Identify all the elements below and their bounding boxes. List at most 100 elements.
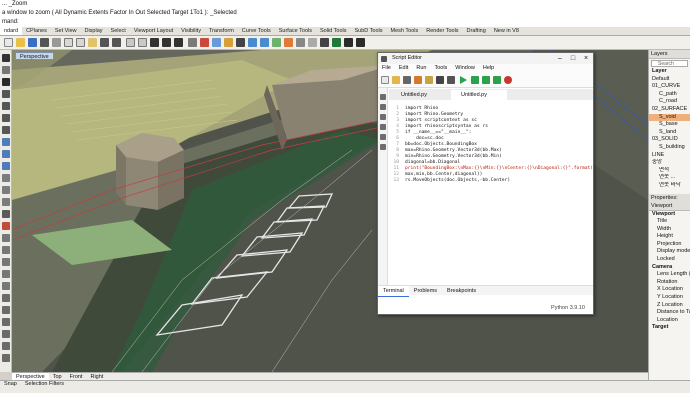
tab-render-tools[interactable]: Render Tools: [422, 27, 462, 35]
tab-mesh-tools[interactable]: Mesh Tools: [387, 27, 423, 35]
curve-icon[interactable]: [2, 90, 10, 98]
menu-window[interactable]: Window: [451, 64, 479, 73]
packages-panel-icon[interactable]: [380, 134, 386, 140]
layer-item[interactable]: S_building: [649, 144, 690, 152]
layer-item[interactable]: S_land: [649, 129, 690, 137]
tab-set-view[interactable]: Set View: [51, 27, 81, 35]
mesh-icon[interactable]: [2, 210, 10, 218]
layer-item[interactable]: 연못 바닥: [649, 182, 690, 190]
surface-icon[interactable]: [2, 138, 10, 146]
doc-tab-active[interactable]: Untitled.py: [451, 90, 507, 100]
new-file-icon[interactable]: [4, 38, 13, 47]
select-arrow-icon[interactable]: [2, 54, 10, 62]
search-icon[interactable]: [447, 76, 455, 84]
menu-tools[interactable]: Tools: [430, 64, 451, 73]
split-icon[interactable]: [2, 258, 10, 266]
explode-icon[interactable]: [2, 282, 10, 290]
tab-standard[interactable]: ndard: [0, 27, 23, 35]
tab-new-in-v8[interactable]: New in V8: [490, 27, 523, 35]
snippets-panel-icon[interactable]: [380, 144, 386, 150]
step-over-icon[interactable]: [471, 76, 479, 84]
scale-icon[interactable]: [2, 318, 10, 326]
loft-icon[interactable]: [2, 150, 10, 158]
help-icon[interactable]: [356, 38, 365, 47]
command-prompt[interactable]: mand:: [0, 18, 690, 27]
tab-visibility[interactable]: Visibility: [177, 27, 205, 35]
tab-subd-tools[interactable]: SubD Tools: [350, 27, 386, 35]
lock-icon[interactable]: [260, 38, 269, 47]
save-script-icon[interactable]: [403, 76, 411, 84]
undo-icon[interactable]: [100, 38, 109, 47]
tab-cplanes[interactable]: CPlanes: [22, 27, 51, 35]
rectangle-icon[interactable]: [2, 126, 10, 134]
zoom-icon[interactable]: [150, 38, 159, 47]
copy-icon[interactable]: [76, 38, 85, 47]
layer-item[interactable]: 면적: [649, 167, 690, 175]
menu-edit[interactable]: Edit: [395, 64, 412, 73]
dimension-icon[interactable]: [2, 354, 10, 362]
help-panel-icon[interactable]: [380, 114, 386, 120]
tab-transform[interactable]: Transform: [205, 27, 238, 35]
paste-icon[interactable]: [88, 38, 97, 47]
show-icon[interactable]: [248, 38, 257, 47]
properties-icon[interactable]: [52, 38, 61, 47]
explorer-icon[interactable]: [380, 94, 386, 100]
polyline-icon[interactable]: [2, 78, 10, 86]
new-script-icon[interactable]: [381, 76, 389, 84]
run-icon[interactable]: [460, 76, 467, 84]
arc-icon[interactable]: [2, 114, 10, 122]
ghosted-icon[interactable]: [320, 38, 329, 47]
tab-surface-tools[interactable]: Surface Tools: [275, 27, 316, 35]
extrude-icon[interactable]: [2, 162, 10, 170]
layer-item[interactable]: 02_SURFACE: [649, 106, 690, 114]
layer-item-selected[interactable]: S_void: [649, 113, 690, 122]
layer-item[interactable]: 중앙: [649, 159, 690, 167]
layer-search-input[interactable]: Search: [651, 60, 688, 67]
search-panel-icon[interactable]: [380, 104, 386, 110]
tab-breakpoints[interactable]: Breakpoints: [442, 286, 481, 296]
material-icon[interactable]: [272, 38, 281, 47]
tab-terminal[interactable]: Terminal: [378, 286, 409, 297]
step-into-icon[interactable]: [482, 76, 490, 84]
fillet-icon[interactable]: [2, 234, 10, 242]
script-editor-titlebar[interactable]: Script Editor – □ ×: [378, 53, 593, 64]
tab-select[interactable]: Select: [107, 27, 130, 35]
options-icon[interactable]: [344, 38, 353, 47]
layer-item[interactable]: LINE: [649, 152, 690, 160]
tab-display[interactable]: Display: [80, 27, 106, 35]
four-views-icon[interactable]: [188, 38, 197, 47]
debug-panel-icon[interactable]: [380, 124, 386, 130]
cylinder-icon[interactable]: [2, 186, 10, 194]
doc-tab[interactable]: Untitled.py: [391, 90, 447, 100]
close-icon[interactable]: ×: [580, 53, 592, 64]
layer-icon[interactable]: [224, 38, 233, 47]
maximize-icon[interactable]: □: [567, 53, 579, 64]
layer-item[interactable]: 03_SOLID: [649, 136, 690, 144]
save-icon[interactable]: [28, 38, 37, 47]
minimize-icon[interactable]: –: [554, 53, 566, 64]
box-icon[interactable]: [2, 174, 10, 182]
zoom-window-icon[interactable]: [162, 38, 171, 47]
mirror-icon[interactable]: [2, 330, 10, 338]
pan-icon[interactable]: [126, 38, 135, 47]
shaded-icon[interactable]: [296, 38, 305, 47]
menu-file[interactable]: File: [378, 64, 395, 73]
open-folder-icon[interactable]: [16, 38, 25, 47]
select-icon[interactable]: [200, 38, 209, 47]
menu-run[interactable]: Run: [412, 64, 430, 73]
move-icon[interactable]: [2, 294, 10, 302]
snap-toggle[interactable]: Snap: [0, 381, 21, 388]
zoom-extents-icon[interactable]: [174, 38, 183, 47]
cplane-icon[interactable]: [212, 38, 221, 47]
tab-viewport-layout[interactable]: Viewport Layout: [130, 27, 177, 35]
layer-item[interactable]: S_base: [649, 121, 690, 129]
viewport-title-tab[interactable]: Perspective: [15, 52, 54, 60]
code-editor[interactable]: 1 import Rhino 2 import Rhino.Geometry 3 im…: [389, 100, 593, 285]
tab-curve-tools[interactable]: Curve Tools: [238, 27, 275, 35]
step-out-icon[interactable]: [493, 76, 501, 84]
selection-filters-toggle[interactable]: Selection Filters: [21, 381, 68, 388]
layer-item[interactable]: Default: [649, 76, 690, 84]
array-icon[interactable]: [2, 342, 10, 350]
circle-icon[interactable]: [2, 102, 10, 110]
rotate-view-icon[interactable]: [138, 38, 147, 47]
